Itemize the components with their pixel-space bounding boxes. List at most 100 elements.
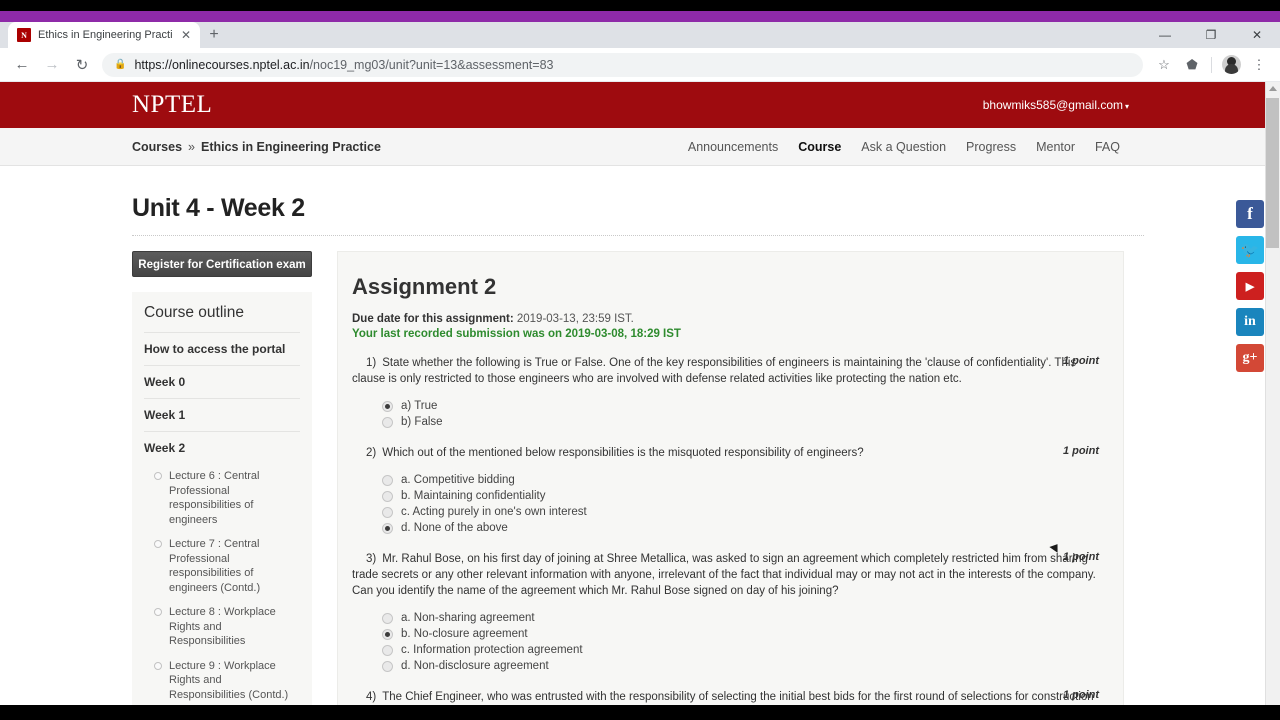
breadcrumb-courses-link[interactable]: Courses	[132, 140, 182, 154]
option-row[interactable]: a) True	[352, 398, 1099, 414]
browser-tab-strip: N Ethics in Engineering Practice - - ✕ +…	[0, 22, 1280, 48]
url-domain: https://onlinecourses.nptel.ac.in	[134, 57, 310, 72]
option-row[interactable]: b. No-closure agreement	[352, 626, 1099, 642]
nav-mentor[interactable]: Mentor	[1036, 140, 1075, 154]
sidebar-lecture-label: Lecture 7 : Central Professional respons…	[169, 538, 261, 594]
sidebar-lecture-7[interactable]: Lecture 7 : Central Professional respons…	[144, 532, 300, 600]
nav-ask-a-question[interactable]: Ask a Question	[861, 140, 946, 154]
radio-icon[interactable]	[382, 416, 393, 428]
browser-menu-icon[interactable]: ⋮	[1246, 52, 1272, 78]
address-bar[interactable]: 🔒 https://onlinecourses.nptel.ac.in/noc1…	[102, 52, 1143, 77]
sidebar-lecture-8[interactable]: Lecture 8 : Workplace Rights and Respons…	[144, 600, 300, 654]
radio-icon[interactable]	[382, 490, 393, 502]
window-close-button[interactable]: ✕	[1234, 22, 1280, 48]
lock-icon: 🔒	[114, 59, 127, 70]
radio-icon[interactable]	[382, 474, 393, 486]
option-row[interactable]: a. Competitive bidding	[352, 472, 1099, 488]
option-label: b. No-closure agreement	[401, 628, 528, 640]
scrollbar-thumb[interactable]	[1266, 98, 1279, 248]
option-row[interactable]: c. Information protection agreement	[352, 642, 1099, 658]
title-divider	[132, 235, 1144, 236]
question-options: a) True b) False	[352, 398, 1099, 430]
sidebar-lecture-label: Lecture 6 : Central Professional respons…	[169, 470, 260, 526]
radio-icon[interactable]	[382, 522, 393, 534]
course-sidebar: Register for Certification exam Course o…	[132, 251, 312, 705]
scroll-up-arrow-icon[interactable]	[1269, 86, 1277, 91]
back-icon[interactable]: ←	[8, 51, 36, 79]
user-account-menu[interactable]: bhowmiks585@gmail.com ▾	[983, 98, 1129, 112]
radio-icon[interactable]	[382, 612, 393, 624]
sidebar-item-week-0[interactable]: Week 0	[144, 365, 300, 398]
option-row[interactable]: d. None of the above	[352, 520, 1099, 536]
bookmark-star-icon[interactable]: ☆	[1151, 52, 1177, 78]
option-row[interactable]: d. Non-disclosure agreement	[352, 658, 1099, 674]
radio-icon[interactable]	[382, 660, 393, 672]
tab-title: Ethics in Engineering Practice - -	[38, 29, 173, 41]
profile-avatar[interactable]	[1218, 52, 1244, 78]
window-minimize-button[interactable]: —	[1142, 22, 1188, 48]
breadcrumb-current[interactable]: Ethics in Engineering Practice	[201, 140, 381, 154]
sidebar-item-week-2[interactable]: Week 2	[144, 431, 300, 464]
option-label: a. Competitive bidding	[401, 474, 515, 486]
new-tab-button[interactable]: +	[200, 22, 228, 48]
option-label: a. Non-sharing agreement	[401, 612, 535, 624]
browser-window: N Ethics in Engineering Practice - - ✕ +…	[0, 0, 1280, 720]
option-label: d. None of the above	[401, 522, 508, 534]
sidebar-item-week-1[interactable]: Week 1	[144, 398, 300, 431]
nptel-favicon-icon: N	[17, 28, 31, 42]
question-options: a. Non-sharing agreement b. No-closure a…	[352, 610, 1099, 674]
option-label: c. Acting purely in one's own interest	[401, 506, 587, 518]
page-scrollbar[interactable]	[1265, 82, 1280, 705]
window-maximize-button[interactable]: ❐	[1188, 22, 1234, 48]
radio-icon[interactable]	[382, 628, 393, 640]
extension-shield-icon[interactable]: ⬟	[1179, 52, 1205, 78]
question-number: 2)	[366, 447, 377, 459]
sidebar-item-how-to-access[interactable]: How to access the portal	[144, 332, 300, 365]
assignment-due-date: Due date for this assignment: 2019-03-13…	[352, 313, 1099, 325]
question-text: 1) State whether the following is True or…	[352, 355, 1099, 387]
assignment-card: Assignment 2 Due date for this assignmen…	[337, 251, 1124, 705]
page-content: Unit 4 - Week 2 Register for Certificati…	[0, 166, 1265, 705]
twitter-icon[interactable]: 🐦	[1236, 236, 1264, 264]
nav-progress[interactable]: Progress	[966, 140, 1016, 154]
reload-icon[interactable]: ↻	[68, 51, 96, 79]
screen-bottom-bezel	[0, 705, 1280, 720]
linkedin-icon[interactable]: in	[1236, 308, 1264, 336]
question-points: 1 point	[1062, 445, 1099, 457]
googleplus-icon[interactable]: g+	[1236, 344, 1264, 372]
option-label: b) False	[401, 416, 443, 428]
question-number: 4)	[366, 691, 377, 703]
option-row[interactable]: a. Non-sharing agreement	[352, 610, 1099, 626]
due-date-label: Due date for this assignment:	[352, 313, 514, 325]
facebook-icon[interactable]: f	[1236, 200, 1264, 228]
radio-icon[interactable]	[382, 506, 393, 518]
question-text: 3) Mr. Rahul Bose, on his first day of jo…	[352, 551, 1099, 599]
nptel-logo[interactable]: NPTEL	[132, 91, 212, 119]
site-nav-links: Announcements Course Ask a Question Prog…	[688, 128, 1120, 166]
nav-course[interactable]: Course	[798, 140, 841, 154]
tab-close-icon[interactable]: ✕	[180, 29, 192, 41]
youtube-icon[interactable]: ▶	[1236, 272, 1264, 300]
social-share-rail: f 🐦 ▶ in g+	[1236, 200, 1264, 372]
option-row[interactable]: b. Maintaining confidentiality	[352, 488, 1099, 504]
browser-tab[interactable]: N Ethics in Engineering Practice - - ✕	[8, 22, 200, 48]
register-certification-button[interactable]: Register for Certification exam	[132, 251, 312, 277]
option-row[interactable]: b) False	[352, 414, 1099, 430]
question-body: Which out of the mentioned below respons…	[382, 447, 864, 459]
sidebar-lecture-9[interactable]: Lecture 9 : Workplace Rights and Respons…	[144, 654, 300, 706]
radio-icon[interactable]	[382, 644, 393, 656]
question-text: 2) Which out of the mentioned below respo…	[352, 445, 1099, 461]
option-row[interactable]: c. Acting purely in one's own interest	[352, 504, 1099, 520]
sidebar-lecture-6[interactable]: Lecture 6 : Central Professional respons…	[144, 464, 300, 532]
forward-icon[interactable]: →	[38, 51, 66, 79]
sidebar-lecture-label: Lecture 8 : Workplace Rights and Respons…	[169, 606, 276, 647]
site-subnav: Courses » Ethics in Engineering Practice A…	[0, 128, 1265, 166]
breadcrumb-separator: »	[188, 139, 195, 154]
question-3: 1 point 3) Mr. Rahul Bose, on his first d…	[352, 551, 1099, 674]
nav-announcements[interactable]: Announcements	[688, 140, 778, 154]
nav-faq[interactable]: FAQ	[1095, 140, 1120, 154]
bullet-hollow-icon	[154, 472, 162, 480]
avatar	[1221, 55, 1241, 74]
radio-icon[interactable]	[382, 400, 393, 412]
assignment-title: Assignment 2	[352, 274, 497, 299]
